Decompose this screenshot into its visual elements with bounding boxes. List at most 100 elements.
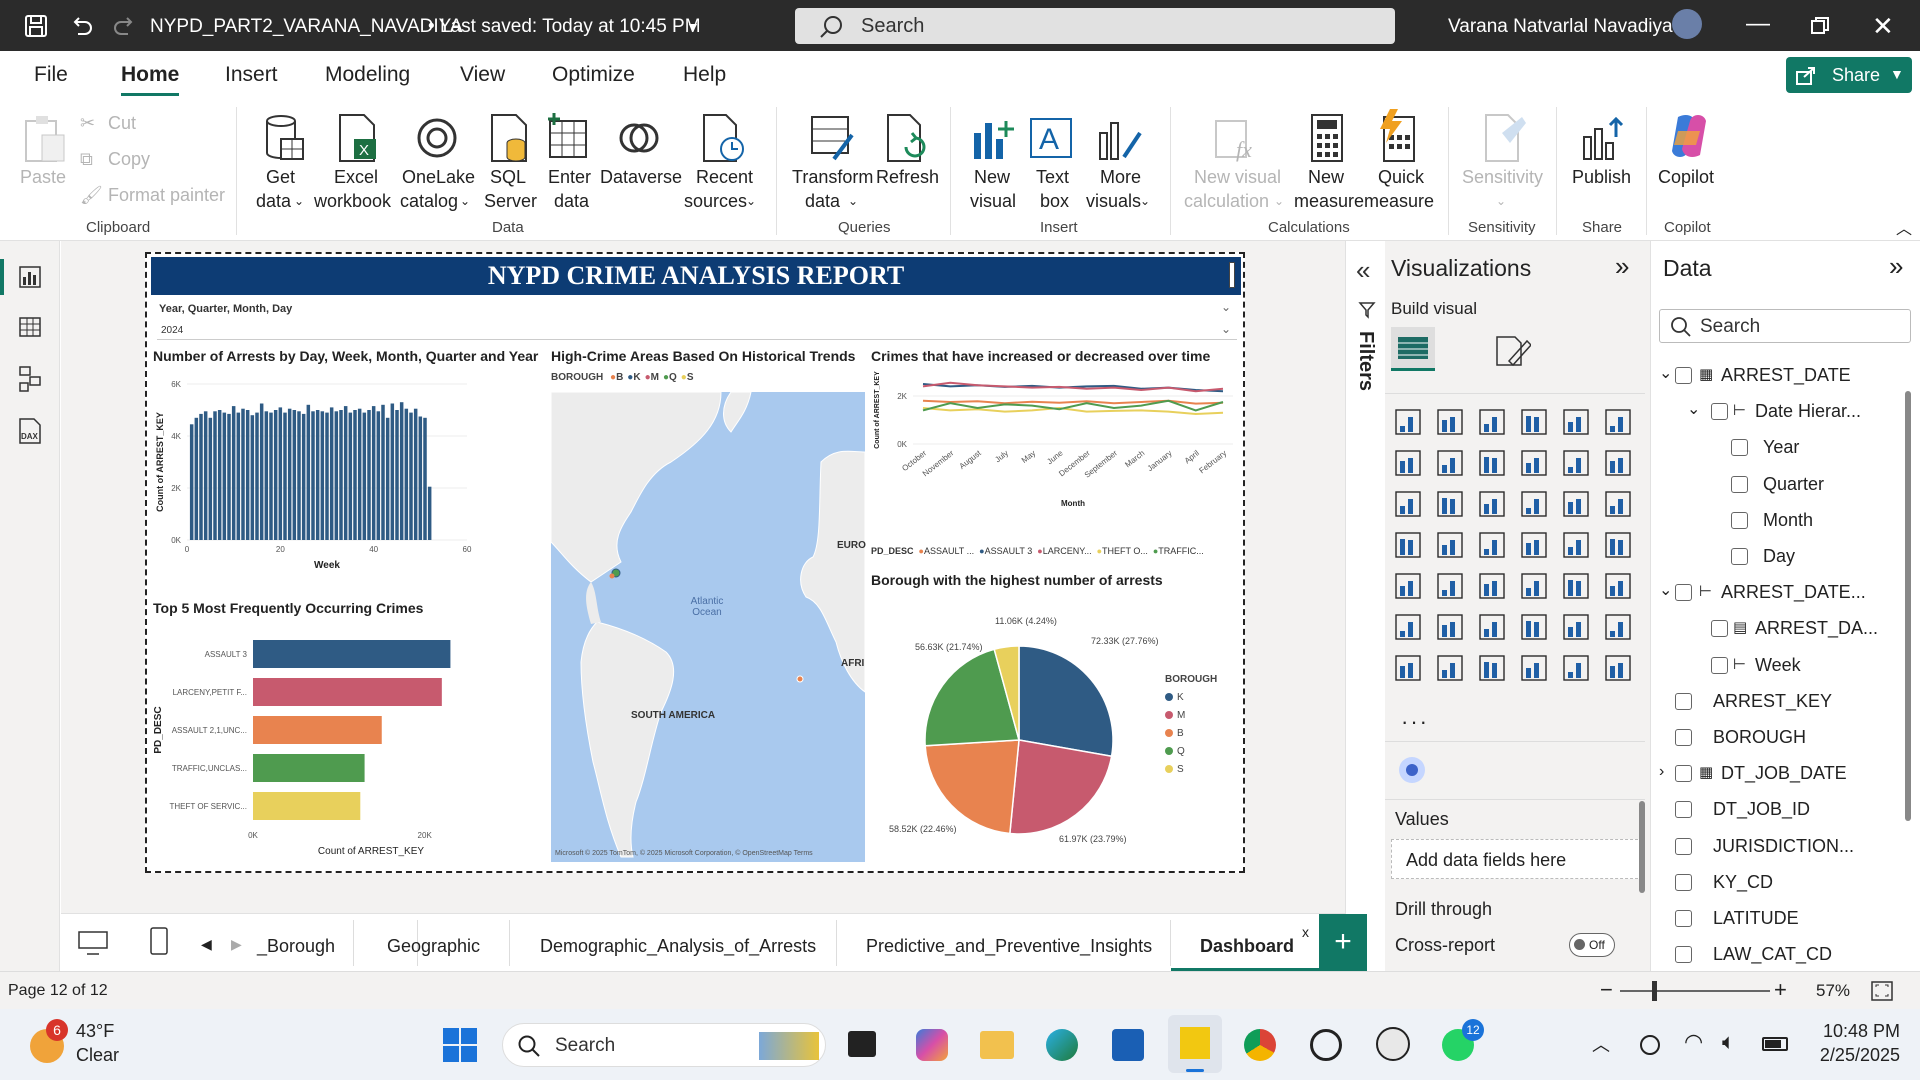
field-name[interactable]: Month	[1763, 510, 1813, 531]
store-icon[interactable]	[1112, 1029, 1144, 1061]
menu-help[interactable]: Help	[683, 63, 726, 87]
field-list-scrollbar[interactable]	[1905, 391, 1911, 821]
field-name[interactable]: Week	[1755, 655, 1801, 676]
decomposition-tree-icon[interactable]	[1435, 612, 1465, 642]
custom-a-icon[interactable]	[1519, 653, 1549, 683]
date-slicer[interactable]: Year, Quarter, Month, Day ⌄ 2024 ⌄	[153, 296, 1241, 342]
recent-sources-button[interactable]: Recent	[696, 165, 753, 189]
stacked-bar-icon[interactable]	[1393, 407, 1423, 437]
field-checkbox[interactable]	[1711, 403, 1728, 421]
field-name[interactable]: JURISDICTION...	[1713, 836, 1854, 857]
refresh-button[interactable]: Refresh	[876, 165, 939, 189]
line-column-2-icon[interactable]	[1603, 448, 1633, 478]
more-options-icon[interactable]: ···	[1401, 709, 1429, 735]
text-box-button[interactable]: Text	[1036, 165, 1069, 189]
field-name[interactable]: ARREST_DATE	[1721, 365, 1851, 386]
tab-borough[interactable]: _Borough	[257, 936, 335, 957]
clock-time[interactable]: 10:48 PM	[1814, 1021, 1900, 1042]
power-automate-icon[interactable]	[1435, 653, 1465, 683]
field-checkbox[interactable]	[1731, 511, 1748, 529]
field-name[interactable]: LAW_CAT_CD	[1713, 944, 1832, 965]
card-icon[interactable]	[1561, 530, 1591, 560]
copilot-button[interactable]: Copilot	[1658, 165, 1714, 189]
field-checkbox[interactable]	[1675, 837, 1692, 855]
add-page-button[interactable]: +	[1319, 914, 1367, 972]
network-status-icon[interactable]	[1640, 1035, 1660, 1055]
pie-icon[interactable]	[1519, 489, 1549, 519]
field-checkbox[interactable]	[1675, 765, 1692, 783]
chatgpt-icon[interactable]	[1310, 1029, 1342, 1061]
chrome-icon[interactable]	[1244, 1029, 1276, 1061]
powerbi-taskbar-button[interactable]	[1168, 1015, 1222, 1073]
field-checkbox[interactable]	[1731, 475, 1748, 493]
field-name[interactable]: KY_CD	[1713, 872, 1773, 893]
clustered-bar-icon[interactable]	[1477, 407, 1507, 437]
field-checkbox[interactable]	[1731, 548, 1748, 565]
r-visual-icon[interactable]	[1561, 571, 1591, 601]
build-visual-tab[interactable]	[1391, 327, 1435, 371]
copilot-visual-icon[interactable]	[1399, 757, 1425, 783]
map-canvas[interactable]	[551, 392, 865, 862]
clustered-column-icon[interactable]	[1519, 407, 1549, 437]
stacked-area-icon[interactable]	[1477, 448, 1507, 478]
tab-dashboard[interactable]: Dashboard	[1200, 936, 1294, 957]
next-page-icon[interactable]: ▶	[231, 936, 242, 953]
chevron-up-icon[interactable]: ︿	[1592, 1031, 1610, 1057]
chevron-down-icon[interactable]: ⌄	[1221, 300, 1231, 314]
kpi-icon[interactable]	[1393, 571, 1423, 601]
python-visual-icon[interactable]	[1603, 571, 1633, 601]
wifi-icon[interactable]: ◠	[1684, 1029, 1703, 1055]
waterfall-icon[interactable]	[1393, 489, 1423, 519]
collapse-ribbon-icon[interactable]: ︿	[1896, 215, 1912, 239]
azure-map-icon[interactable]	[1477, 530, 1507, 560]
table-view-icon[interactable]	[18, 315, 42, 339]
copilot-taskbar-icon[interactable]	[916, 1029, 948, 1061]
more-visuals-button[interactable]: More	[1100, 165, 1141, 189]
field-name[interactable]: ARREST_KEY	[1713, 691, 1832, 712]
menu-modeling[interactable]: Modeling	[325, 63, 410, 87]
filled-map-icon[interactable]	[1435, 530, 1465, 560]
new-measure-button[interactable]: New	[1308, 165, 1344, 189]
clock-date[interactable]: 2/25/2025	[1800, 1045, 1900, 1066]
close-icon[interactable]: ✕	[1872, 11, 1894, 42]
close-tab-icon[interactable]: x	[1302, 924, 1309, 940]
stacked-column-icon[interactable]	[1435, 407, 1465, 437]
narrative-icon[interactable]	[1519, 612, 1549, 642]
field-checkbox[interactable]	[1675, 910, 1692, 927]
dataverse-button[interactable]: Dataverse	[600, 165, 682, 189]
scroll-handle[interactable]	[1229, 262, 1235, 288]
format-visual-icon[interactable]	[1493, 333, 1531, 369]
custom-c-icon[interactable]	[1603, 653, 1633, 683]
table-icon[interactable]	[1477, 571, 1507, 601]
menu-insert[interactable]: Insert	[225, 63, 278, 87]
menu-optimize[interactable]: Optimize	[552, 63, 635, 87]
share-button[interactable]: Share ▼	[1786, 57, 1912, 93]
zoom-slider[interactable]	[1620, 990, 1770, 992]
mobile-layout-icon[interactable]	[149, 926, 169, 956]
field-checkbox[interactable]	[1675, 584, 1692, 602]
cross-report-toggle[interactable]: Off	[1569, 933, 1615, 957]
get-data-button[interactable]: Get	[266, 165, 295, 189]
pane-scrollbar[interactable]	[1639, 801, 1645, 893]
chevron-down-icon[interactable]: ⌄	[1687, 399, 1700, 419]
field-name[interactable]: ARREST_DA...	[1755, 618, 1878, 639]
zoom-slider-thumb[interactable]	[1652, 981, 1657, 1001]
field-name[interactable]: Year	[1763, 437, 1799, 458]
collapse-icon[interactable]: «	[1356, 255, 1370, 286]
restore-icon[interactable]	[1810, 16, 1830, 36]
chevron-down-icon[interactable]: ▼	[686, 19, 700, 35]
field-name[interactable]: LATITUDE	[1713, 908, 1799, 929]
field-checkbox[interactable]	[1675, 729, 1692, 746]
multi-row-card-icon[interactable]	[1603, 530, 1633, 560]
enter-data-button[interactable]: Enter	[548, 165, 591, 189]
gauge-icon[interactable]	[1519, 530, 1549, 560]
chevron-down-icon[interactable]: ⌄	[1659, 363, 1672, 383]
dax-query-view-icon[interactable]: DAX	[16, 417, 44, 445]
funnel-icon[interactable]	[1435, 489, 1465, 519]
zoom-out-button[interactable]: −	[1600, 977, 1613, 1003]
donut-icon[interactable]	[1561, 489, 1591, 519]
field-checkbox[interactable]	[1675, 873, 1692, 891]
custom-b-icon[interactable]	[1561, 653, 1591, 683]
tab-geographic[interactable]: Geographic	[387, 936, 480, 957]
field-checkbox[interactable]	[1711, 620, 1728, 638]
